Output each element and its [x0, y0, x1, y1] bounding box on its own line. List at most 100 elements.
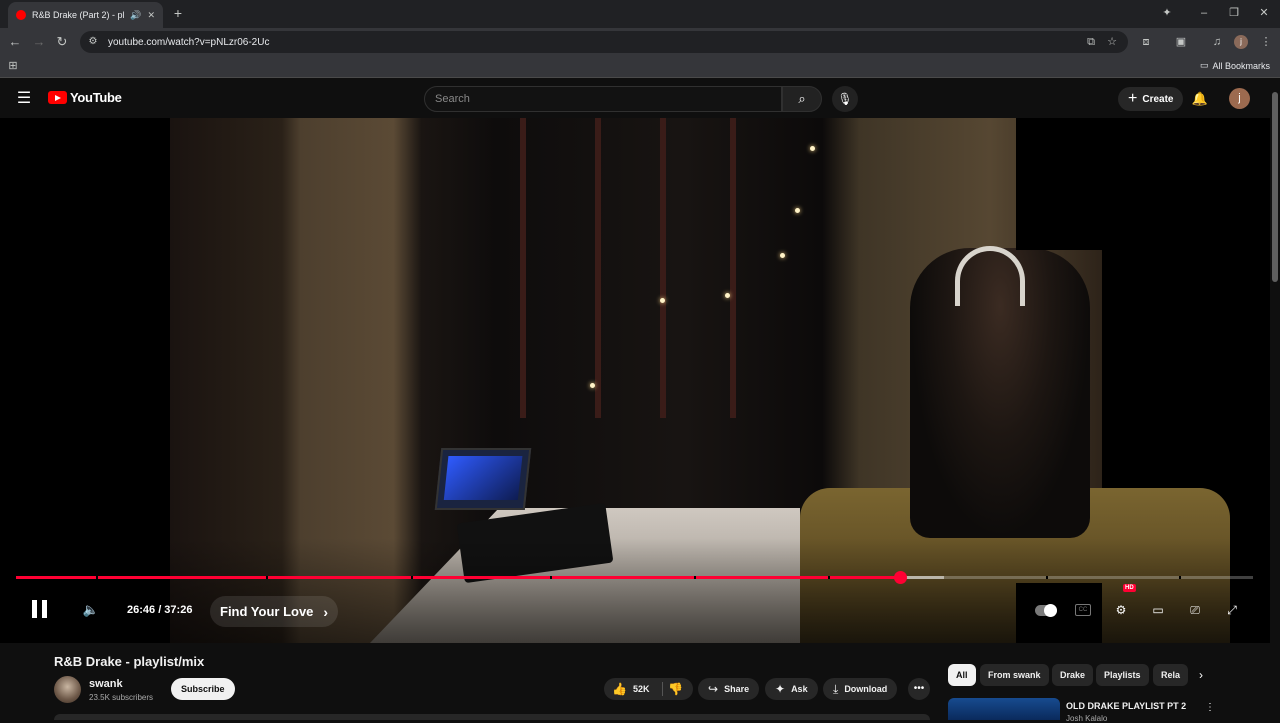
install-app-icon[interactable]: ⧉ [1082, 33, 1100, 51]
account-avatar[interactable]: j [1229, 88, 1250, 109]
browser-tab-youtube[interactable]: R&B Drake (Part 2) - playlist 🔊 ✕ [8, 2, 163, 28]
profile-avatar[interactable]: j [1234, 35, 1248, 49]
description-box[interactable] [54, 714, 930, 720]
ask-label: Ask [791, 684, 808, 694]
chip-from-channel[interactable]: From swank [980, 664, 1049, 686]
extensions-icon[interactable]: ⧈ [1137, 33, 1155, 51]
share-arrow-icon: ↪ [708, 682, 719, 696]
volume-icon[interactable]: 🔈 [82, 601, 100, 619]
progress-bar[interactable] [16, 571, 1253, 584]
media-controls-icon[interactable]: ♫ [1208, 33, 1226, 51]
autoplay-toggle[interactable] [1035, 604, 1057, 617]
channel-avatar[interactable] [54, 676, 81, 703]
city-light [780, 253, 785, 258]
chapter-button[interactable]: Find Your Love › [210, 596, 339, 627]
theater-mode-icon[interactable]: ▭ [1149, 601, 1167, 619]
chevron-right-icon[interactable]: › [1193, 666, 1209, 684]
city-light [810, 146, 815, 151]
window-frame [730, 118, 736, 418]
bookmarks-bar: ⊞ ▭ All Bookmarks [0, 56, 1280, 78]
subscribe-button[interactable]: Subscribe [171, 678, 235, 700]
ask-button[interactable]: ✦ Ask [765, 678, 818, 700]
microphone-icon: 🎙 [837, 92, 853, 106]
audio-playing-icon[interactable]: 🔊 [130, 10, 141, 21]
pause-icon [32, 600, 37, 618]
tab-close-icon[interactable]: ✕ [147, 10, 155, 21]
url-text: youtube.com/watch?v=pNLzr06-2Uc [108, 36, 270, 48]
all-bookmarks-button[interactable]: ▭ All Bookmarks [1200, 60, 1270, 71]
search-button[interactable]: ⌕ [782, 86, 822, 112]
recommendation-thumbnail[interactable] [948, 698, 1060, 720]
pause-icon [42, 600, 47, 618]
youtube-play-icon [48, 91, 67, 104]
youtube-logo[interactable]: YouTube [48, 90, 122, 105]
hamburger-menu-icon[interactable]: ☰ [14, 89, 34, 109]
kebab-menu-icon[interactable]: ⋮ [1204, 700, 1216, 716]
site-info-icon[interactable]: ⚙ [86, 35, 100, 49]
close-window-icon[interactable]: ✕ [1255, 4, 1273, 22]
scrollbar-thumb[interactable] [1272, 92, 1278, 282]
chip-related[interactable]: Rela [1153, 664, 1189, 686]
bookmark-star-icon[interactable]: ☆ [1103, 33, 1121, 51]
window-frame [520, 118, 526, 418]
search-input[interactable]: Search [424, 86, 782, 112]
cast-icon[interactable]: ⎚ [1186, 601, 1204, 619]
voice-search-button[interactable]: 🎙 [832, 86, 858, 112]
like-dislike-group: 👍 52K 👎 [604, 678, 693, 700]
share-button[interactable]: ↪ Share [698, 678, 760, 700]
chip-all[interactable]: All [948, 664, 976, 686]
download-button[interactable]: ⤓ Download [823, 678, 898, 700]
page-scrollbar[interactable] [1270, 80, 1280, 720]
city-light [795, 208, 800, 213]
settings-gear-icon[interactable]: ⚙ [1112, 601, 1130, 619]
more-actions-icon[interactable]: ••• [908, 678, 930, 700]
download-icon: ⤓ [833, 681, 839, 696]
recommendation-title[interactable]: OLD DRAKE PLAYLIST PT 2 [1066, 701, 1186, 711]
chapter-marker [694, 576, 696, 579]
all-bookmarks-label: All Bookmarks [1212, 60, 1270, 71]
youtube-header: ☰ YouTube Search ⌕ 🎙 + Create 🔔 j [0, 80, 1280, 118]
tab-title: R&B Drake (Part 2) - playlist [32, 10, 125, 20]
video-letterbox [1016, 118, 1102, 250]
reload-icon[interactable]: ↻ [53, 33, 71, 51]
city-light [590, 383, 595, 388]
tab-search-icon[interactable]: ▣ [1172, 33, 1190, 51]
forward-arrow-icon[interactable]: → [30, 33, 48, 51]
thumbs-down-icon[interactable]: 👎 [668, 678, 683, 700]
download-label: Download [844, 684, 888, 694]
gemini-sparkle-icon[interactable]: ✦ [1158, 4, 1176, 22]
laptop [434, 448, 532, 510]
address-bar[interactable]: ⚙ youtube.com/watch?v=pNLzr06-2Uc [80, 31, 1128, 53]
video-title: R&B Drake - playlist/mix [54, 654, 205, 669]
city-light [725, 293, 730, 298]
sparkle-icon: ✦ [775, 682, 786, 696]
back-arrow-icon[interactable]: ← [6, 33, 24, 51]
city-light [660, 298, 665, 303]
create-button[interactable]: + Create [1118, 87, 1184, 111]
restore-window-icon[interactable]: ❐ [1225, 4, 1243, 22]
progress-played [16, 576, 901, 579]
notifications-bell-icon[interactable]: 🔔 [1190, 89, 1210, 109]
like-button[interactable]: 👍 52K [612, 678, 649, 700]
apps-grid-icon[interactable]: ⊞ [6, 59, 20, 73]
pause-button[interactable] [32, 600, 48, 618]
folder-icon: ▭ [1199, 60, 1209, 70]
chip-playlists[interactable]: Playlists [1096, 664, 1149, 686]
chapter-marker [266, 576, 268, 579]
video-player[interactable]: 🔈 26:46 / 37:26 Find Your Love › CC ⚙ HD… [0, 118, 1270, 643]
chip-drake[interactable]: Drake [1052, 664, 1094, 686]
controls-gradient [0, 538, 1270, 643]
subtitles-button[interactable]: CC [1075, 604, 1091, 616]
chrome-menu-icon[interactable]: ⋮ [1257, 33, 1275, 51]
window-frame [595, 118, 601, 418]
divider [662, 682, 663, 696]
thumbs-up-icon: 👍 [612, 682, 627, 696]
recommendation-chips: All From swank Drake Playlists Rela [948, 664, 1210, 686]
hd-badge: HD [1123, 584, 1136, 592]
new-tab-button[interactable]: + [169, 4, 187, 22]
time-display: 26:46 / 37:26 [127, 604, 193, 616]
channel-name[interactable]: swank [89, 678, 123, 690]
chapter-marker [411, 576, 413, 579]
fullscreen-icon[interactable]: ⤢ [1223, 601, 1241, 619]
minimize-window-icon[interactable]: – [1195, 4, 1213, 22]
